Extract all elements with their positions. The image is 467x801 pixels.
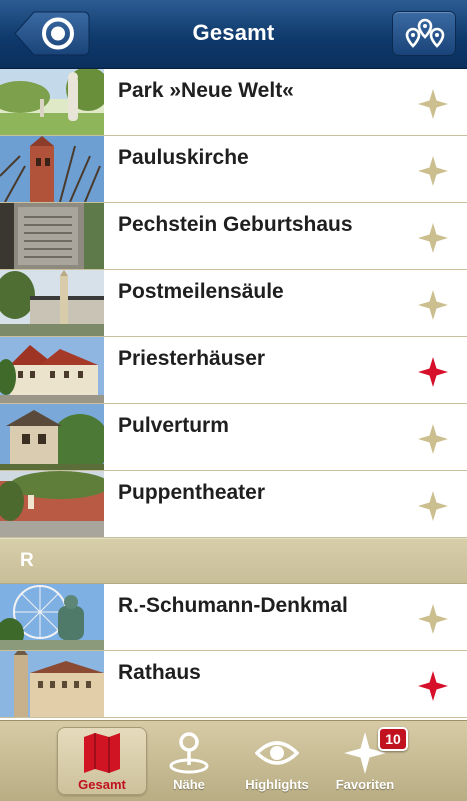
tab-label: Favoriten <box>335 777 395 792</box>
favorite-star-icon[interactable] <box>417 155 449 187</box>
favorite-star-icon[interactable] <box>417 670 449 702</box>
list-item[interactable]: Rathaus <box>0 651 467 718</box>
list-item[interactable]: Priesterhäuser <box>0 337 467 404</box>
list-item-label: R.-Schumann-Denkmal <box>118 594 348 617</box>
favorite-star-icon[interactable] <box>417 289 449 321</box>
thumbnail-schumann-denkmal <box>0 584 104 650</box>
sights-list[interactable]: Park »Neue Welt« Pauluskirche Pechstein … <box>0 69 467 720</box>
list-item[interactable]: Pechstein Geburtshaus <box>0 203 467 270</box>
favorite-star-icon[interactable] <box>417 88 449 120</box>
list-item-label: Pulverturm <box>118 414 229 437</box>
thumbnail-pechstein <box>0 203 104 269</box>
list-item[interactable]: Postmeilensäule <box>0 270 467 337</box>
tab-label: Nähe <box>173 777 205 792</box>
list-item-label: Park »Neue Welt« <box>118 79 294 102</box>
thumbnail-rathaus <box>0 651 104 717</box>
location-pin-icon <box>169 732 209 774</box>
tab-highlights[interactable]: Highlights <box>232 727 322 795</box>
favorite-star-icon[interactable] <box>417 356 449 388</box>
thumbnail-park <box>0 69 104 135</box>
favorite-star-icon[interactable] <box>417 603 449 635</box>
thumbnail-postmeilensaeule <box>0 270 104 336</box>
list-item[interactable]: Pulverturm <box>0 404 467 471</box>
navigation-bar: Gesamt <box>0 0 467 69</box>
list-item[interactable]: Puppentheater <box>0 471 467 538</box>
favorites-count-badge: 10 <box>378 727 408 751</box>
thumbnail-priesterhaeuser <box>0 337 104 403</box>
thumbnail-pulverturm <box>0 404 104 470</box>
favorite-star-icon[interactable] <box>417 490 449 522</box>
list-item[interactable]: R.-Schumann-Denkmal <box>0 584 467 651</box>
section-header-r: R <box>0 538 467 584</box>
list-item[interactable]: Park »Neue Welt« <box>0 69 467 136</box>
thumbnail-pauluskirche <box>0 136 104 202</box>
tab-label: Gesamt <box>78 777 126 792</box>
tab-naehe[interactable]: Nähe <box>144 727 234 795</box>
list-item-label: Pechstein Geburtshaus <box>118 213 353 236</box>
list-item[interactable]: Pauluskirche <box>0 136 467 203</box>
tab-gesamt[interactable]: Gesamt <box>57 727 147 795</box>
map-view-button[interactable] <box>392 11 456 56</box>
favorite-star-icon[interactable] <box>417 222 449 254</box>
list-item-label: Postmeilensäule <box>118 280 284 303</box>
favorite-star-icon[interactable] <box>417 423 449 455</box>
list-item-label: Priesterhäuser <box>118 347 266 370</box>
list-item-label: Puppentheater <box>118 481 266 504</box>
map-pins-icon <box>405 18 445 48</box>
list-item-label: Rathaus <box>118 661 201 684</box>
thumbnail-puppentheater <box>0 471 104 537</box>
map-icon <box>84 733 120 773</box>
tab-label: Highlights <box>245 777 309 792</box>
list-item-label: Pauluskirche <box>118 146 249 169</box>
section-label: R <box>20 550 34 571</box>
eye-icon <box>255 741 299 765</box>
